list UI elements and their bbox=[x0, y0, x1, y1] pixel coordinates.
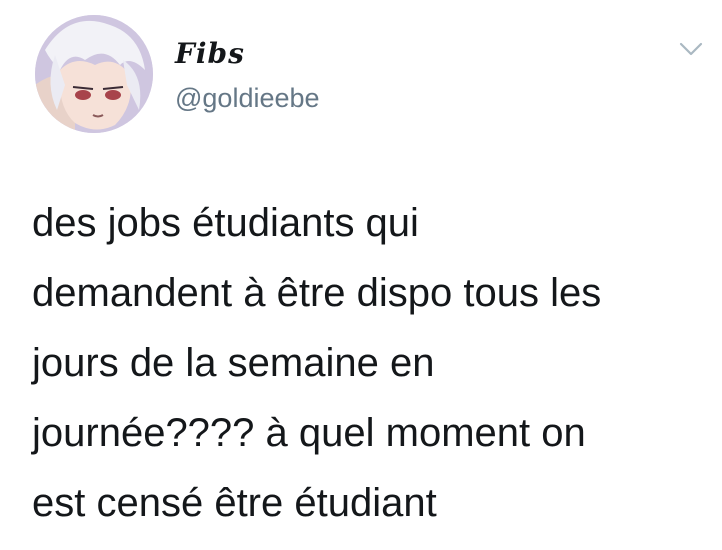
tweet-text: des jobs étudiants qui demandent à être … bbox=[32, 201, 602, 525]
avatar-image bbox=[35, 15, 153, 133]
tweet-header: Fibs @goldieebe bbox=[35, 15, 705, 135]
avatar[interactable] bbox=[35, 15, 153, 133]
author-display-name[interactable]: Fibs bbox=[175, 37, 245, 70]
chevron-down-icon[interactable] bbox=[677, 39, 705, 59]
tweet-card: Fibs @goldieebe des jobs étudiants qui d… bbox=[0, 0, 722, 550]
author-handle[interactable]: @goldieebe bbox=[175, 83, 320, 114]
